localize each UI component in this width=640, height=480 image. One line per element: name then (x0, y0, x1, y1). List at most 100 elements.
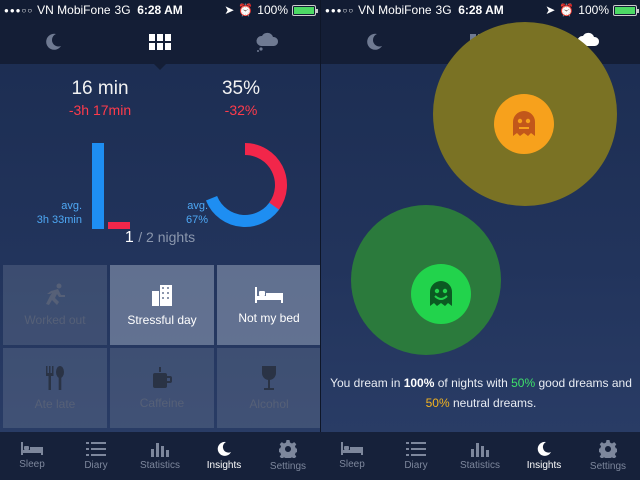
neutral-ghost-icon (513, 111, 535, 136)
wine-glass-icon (262, 366, 276, 390)
tab-sleep-view[interactable] (321, 20, 428, 64)
moon-icon (537, 441, 551, 456)
average-duration-label: avg. 3h 33min (20, 199, 82, 227)
nav-diary[interactable]: Diary (64, 432, 128, 480)
nav-settings[interactable]: Settings (576, 432, 640, 480)
nav-statistics[interactable]: Statistics (128, 432, 192, 480)
dream-cloud-icon (256, 32, 278, 52)
network-type: 3G (114, 3, 131, 17)
summary-part: of nights with (434, 376, 512, 390)
happy-ghost-icon (430, 281, 452, 306)
nav-label: Insights (206, 460, 242, 471)
list-icon (406, 442, 426, 456)
nav-label: Statistics (459, 460, 500, 471)
duration-delta: -3h 17min (68, 102, 132, 118)
moon-icon (46, 33, 62, 50)
nav-label: Settings (269, 461, 307, 472)
insights-screen-left: ●●●○○ VN MobiFone 3G 6:28 AM ➤ ⏰ 100% 1 6… (0, 0, 320, 480)
gear-icon (279, 440, 297, 458)
avg-caption: avg. (61, 200, 82, 212)
bed-icon (341, 442, 363, 455)
nav-label: Statistics (139, 460, 180, 471)
carrier-name: VN MobiFone (37, 3, 111, 17)
avg-duration-value: 3h 33min (36, 214, 82, 226)
status-bar: ●●●○○ VN MobiFone 3G 6:28 AM ➤ ⏰ 100% (321, 0, 640, 20)
tag-worked-out[interactable]: Worked out (3, 265, 107, 345)
nav-statistics[interactable]: Statistics (448, 432, 512, 480)
top-view-switcher (0, 20, 320, 70)
alarm-icon: ⏰ (238, 3, 254, 17)
bar-chart-icon (471, 443, 489, 457)
bed-icon (255, 287, 283, 303)
tag-not-my-bed[interactable]: Not my bed (217, 265, 320, 345)
battery-percent: 100% (257, 3, 288, 17)
average-quality-arc (205, 195, 282, 227)
tag-ate-late[interactable]: Ate late (3, 348, 107, 428)
summary-part: neutral dreams. (449, 396, 537, 410)
nav-label: Sleep (19, 459, 45, 470)
nav-label: Diary (84, 460, 108, 471)
tab-sleep-view[interactable] (0, 20, 107, 64)
status-time: 6:28 AM (458, 3, 504, 17)
tag-label: Caffeine (139, 396, 185, 410)
nav-sleep[interactable]: Sleep (320, 432, 384, 480)
nav-sleep[interactable]: Sleep (0, 432, 64, 480)
nav-diary[interactable]: Diary (384, 432, 448, 480)
quality-delta: -32% (224, 102, 258, 118)
quality-stat: 35% -32% (186, 78, 296, 118)
status-time: 6:28 AM (137, 3, 183, 17)
signal-icon: ●●●○○ (325, 5, 355, 15)
battery-percent: 100% (578, 3, 609, 17)
location-icon: ➤ (545, 3, 556, 17)
summary-good-percent: 50% (511, 376, 536, 390)
tab-grid-view[interactable] (107, 20, 214, 70)
nav-label: Diary (404, 460, 428, 471)
nights-count: 1 (124, 229, 134, 246)
summary-part: You dream in (330, 376, 404, 390)
status-bar: ●●●○○ VN MobiFone 3G 6:28 AM ➤ ⏰ 100% (0, 0, 320, 20)
quality-value: 35% (221, 78, 261, 99)
tag-label: Ate late (34, 397, 76, 411)
bed-icon (21, 442, 43, 455)
tag-stressful-day[interactable]: Stressful day (110, 265, 214, 345)
tag-label: Stressful day (127, 313, 197, 327)
alarm-icon: ⏰ (559, 3, 575, 17)
current-duration-bar (108, 222, 130, 229)
summary-part: good dreams and (535, 376, 632, 390)
nav-insights[interactable]: Insights (512, 432, 576, 480)
average-duration-bar (92, 143, 104, 229)
summary-neutral-percent: 50% (425, 396, 450, 410)
cutlery-icon (46, 366, 64, 390)
sleep-factors-grid: Worked out Stressful day Not my bed Ate … (3, 265, 320, 428)
neutral-dream-badge[interactable] (494, 94, 554, 154)
nav-insights[interactable]: Insights (192, 432, 256, 480)
tag-alcohol[interactable]: Alcohol (217, 348, 320, 428)
bar-chart-icon (151, 443, 169, 457)
bottom-tab-bar: Sleep Diary Statistics Insights Settings (320, 432, 640, 480)
bottom-tab-bar: Sleep Diary Statistics Insights Settings (0, 432, 320, 480)
carrier-name: VN MobiFone (358, 3, 432, 17)
coffee-cup-icon (153, 367, 172, 388)
tag-label: Alcohol (249, 397, 289, 411)
nights-counter: 1 / 2 nights (0, 229, 320, 247)
battery-icon (613, 4, 639, 16)
office-building-icon (152, 285, 172, 306)
location-icon: ➤ (224, 3, 235, 17)
dream-summary-text: You dream in 100% of nights with 50% goo… (330, 373, 632, 413)
nav-label: Sleep (339, 459, 365, 470)
tag-caffeine[interactable]: Caffeine (110, 348, 214, 428)
running-icon (46, 283, 65, 305)
nav-label: Settings (589, 461, 627, 472)
grid-icon (149, 34, 171, 50)
tab-dream-view[interactable] (213, 20, 320, 64)
tag-label: Worked out (24, 313, 86, 327)
tag-label: Not my bed (238, 311, 300, 325)
summary-all-percent: 100% (403, 376, 435, 390)
good-dream-badge[interactable] (411, 264, 471, 324)
moon-icon (217, 441, 231, 456)
current-quality-arc (244, 143, 287, 210)
network-type: 3G (435, 3, 452, 17)
nav-settings[interactable]: Settings (256, 432, 320, 480)
nav-label: Insights (526, 460, 562, 471)
battery-icon (292, 4, 318, 16)
